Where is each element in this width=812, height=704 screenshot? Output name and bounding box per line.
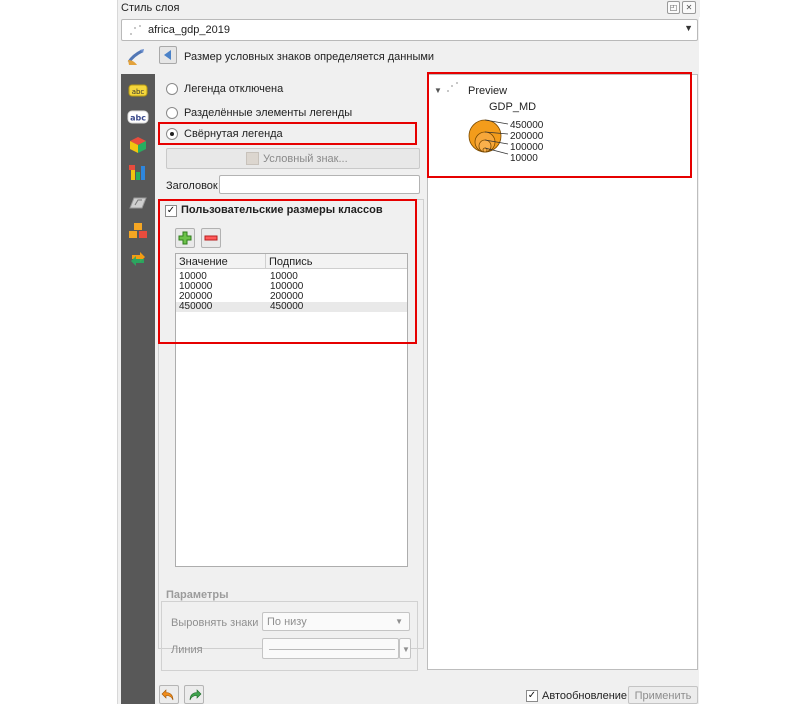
- title-input[interactable]: [219, 175, 420, 194]
- layer-rendering-icon[interactable]: [126, 222, 150, 240]
- align-label: Выровнять знаки: [171, 617, 259, 629]
- radio-label: Разделённые элементы легенды: [184, 107, 353, 119]
- align-value: По низу: [267, 616, 307, 628]
- radio-button[interactable]: [166, 83, 178, 95]
- parameters-title: Параметры: [166, 589, 229, 601]
- symbol-button[interactable]: Условный знак...: [166, 148, 420, 169]
- chevron-down-icon: ▼: [402, 645, 410, 654]
- line-dropdown[interactable]: ▼: [399, 638, 411, 659]
- chevron-down-icon: ▼: [395, 617, 403, 626]
- symbol-swatch: [246, 152, 259, 165]
- style-sidebar: abc abc: [121, 74, 155, 704]
- panel-title: Стиль слоя: [121, 2, 180, 14]
- radio-label: Легенда отключена: [184, 83, 284, 95]
- diagram-icon[interactable]: [126, 164, 150, 182]
- preview-highlight: [427, 72, 692, 178]
- line-preview: [269, 649, 395, 650]
- undo-button[interactable]: [159, 685, 179, 704]
- radio-button[interactable]: [166, 128, 178, 140]
- symbol-button-label: Условный знак...: [263, 153, 348, 165]
- autoupdate-checkbox[interactable]: ✓: [526, 690, 538, 702]
- page-title: Размер условных знаков определяется данн…: [184, 51, 435, 63]
- layer-name: africa_gdp_2019: [148, 24, 230, 36]
- parameters-group: Выровнять знаки По низу ▼ Линия ▼: [161, 601, 418, 671]
- mask-icon[interactable]: [126, 194, 150, 212]
- label-white-icon[interactable]: abc: [126, 108, 150, 126]
- 3d-cube-icon[interactable]: [126, 136, 150, 154]
- title-label: Заголовок: [166, 180, 218, 192]
- autoupdate-label: Автообновление: [542, 690, 628, 702]
- custom-sizes-highlight: [158, 199, 417, 344]
- redo-button[interactable]: [184, 685, 204, 704]
- paint-brush-icon: [127, 49, 144, 65]
- label-yellow-icon[interactable]: abc: [126, 82, 150, 100]
- radio-button[interactable]: [166, 107, 178, 119]
- svg-text:abc: abc: [130, 114, 146, 123]
- layer-styling-panel: Стиль слоя ◰ ✕ africa_gdp_2019 ▼ Размер …: [117, 0, 700, 704]
- line-label: Линия: [171, 644, 203, 656]
- back-button[interactable]: [159, 46, 177, 64]
- chevron-down-icon: ▼: [684, 23, 693, 33]
- legend-preview: ▼ Preview GDP_MD 450000 200000 100000 10…: [427, 72, 698, 670]
- apply-button[interactable]: Применить: [628, 686, 698, 704]
- redo-icon: [189, 689, 202, 701]
- history-icon[interactable]: [126, 250, 150, 268]
- float-icon[interactable]: ◰: [667, 1, 680, 14]
- undo-icon: [161, 689, 174, 701]
- svg-text:abc: abc: [132, 88, 145, 96]
- align-select[interactable]: По низу ▼: [262, 612, 410, 631]
- layer-select[interactable]: africa_gdp_2019 ▼: [121, 19, 698, 41]
- radio-label: Свёрнутая легенда: [184, 128, 283, 140]
- line-symbol-button[interactable]: [262, 638, 399, 659]
- panel-titlebar: Стиль слоя ◰ ✕: [118, 0, 700, 17]
- close-icon[interactable]: ✕: [682, 1, 696, 14]
